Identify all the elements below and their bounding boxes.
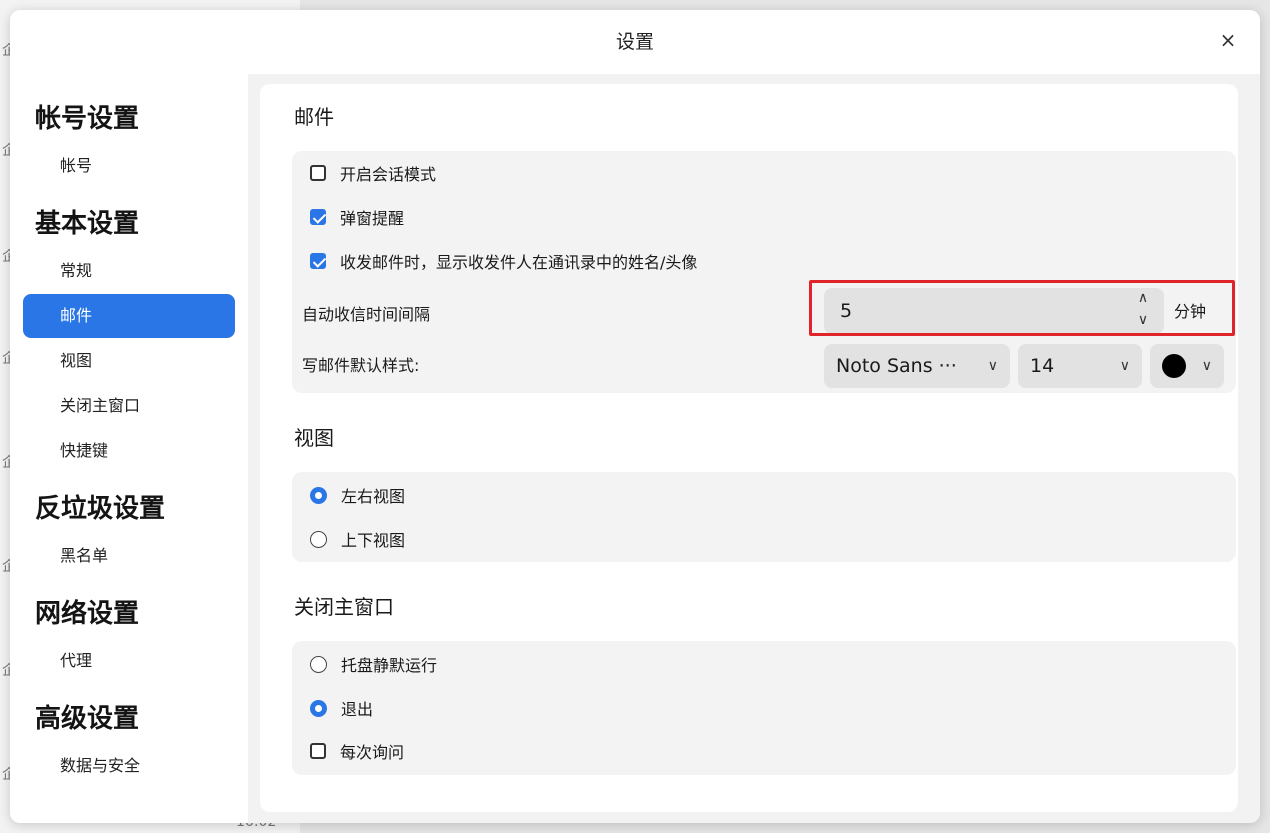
- sidebar-item-close-main[interactable]: 关闭主窗口: [23, 384, 235, 428]
- popup-reminder-label: 弹窗提醒: [340, 209, 405, 228]
- session-mode-checkbox[interactable]: [310, 165, 326, 181]
- font-color-select[interactable]: ∨: [1150, 344, 1224, 388]
- mail-card: 开启会话模式 弹窗提醒 收发邮件时，显示收发件人在通讯录中的姓名/头像 自动收信…: [292, 151, 1236, 393]
- view-option-left-right[interactable]: 左右视图: [310, 482, 405, 508]
- sidebar-item-view[interactable]: 视图: [23, 339, 235, 383]
- popup-reminder-option[interactable]: 弹窗提醒: [310, 204, 404, 230]
- ask-each-time-option[interactable]: 每次询问: [310, 738, 404, 764]
- popup-reminder-checkbox[interactable]: [310, 209, 326, 225]
- session-mode-label: 开启会话模式: [340, 165, 437, 184]
- font-size-value: 14: [1030, 355, 1055, 377]
- sidebar-item-shortcuts[interactable]: 快捷键: [23, 429, 235, 473]
- sidebar-group-basic: 基本设置: [35, 209, 140, 239]
- sidebar-group-account: 帐号设置: [35, 104, 140, 134]
- section-title-mail: 邮件: [294, 105, 334, 129]
- chevron-down-icon: ∨: [987, 358, 998, 374]
- settings-dialog: 设置 × 帐号设置 帐号 基本设置 常规 邮件 视图 关闭主窗口 快捷键 反垃圾…: [10, 10, 1260, 823]
- sidebar-group-antispam: 反垃圾设置: [35, 494, 166, 524]
- view-top-bottom-label: 上下视图: [341, 531, 406, 550]
- settings-sidebar: 帐号设置 帐号 基本设置 常规 邮件 视图 关闭主窗口 快捷键 反垃圾设置 黑名…: [10, 74, 248, 823]
- show-contact-name-option[interactable]: 收发邮件时，显示收发件人在通讯录中的姓名/头像: [310, 248, 697, 274]
- view-option-top-bottom[interactable]: 上下视图: [310, 526, 405, 552]
- sidebar-group-advanced: 高级设置: [35, 704, 140, 734]
- close-exit-radio[interactable]: [310, 699, 327, 717]
- sidebar-group-network: 网络设置: [35, 599, 140, 629]
- ask-each-time-label: 每次询问: [340, 743, 405, 762]
- dialog-title: 设置: [615, 31, 654, 53]
- view-left-right-radio[interactable]: [310, 486, 327, 504]
- font-size-select[interactable]: 14 ∨: [1018, 344, 1142, 388]
- font-family-value: Noto Sans ···: [836, 355, 957, 377]
- view-left-right-label: 左右视图: [341, 487, 406, 506]
- section-title-close-main: 关闭主窗口: [294, 595, 394, 619]
- settings-content: 邮件 开启会话模式 弹窗提醒 收发邮件时，显示收发件人在通讯录中的姓名/头像 自…: [248, 74, 1260, 823]
- sidebar-item-data-security[interactable]: 数据与安全: [23, 744, 235, 788]
- sidebar-item-general[interactable]: 常规: [23, 249, 235, 293]
- sidebar-item-blacklist[interactable]: 黑名单: [23, 534, 235, 578]
- close-option-exit[interactable]: 退出: [310, 695, 373, 721]
- session-mode-option[interactable]: 开启会话模式: [310, 160, 436, 186]
- close-tray-label: 托盘静默运行: [341, 656, 438, 675]
- auto-receive-label: 自动收信时间间隔: [302, 305, 431, 324]
- view-card: 左右视图 上下视图: [292, 472, 1236, 562]
- sidebar-item-mail[interactable]: 邮件: [23, 294, 235, 338]
- ask-each-time-checkbox[interactable]: [310, 743, 326, 759]
- chevron-down-icon: ∨: [1201, 358, 1212, 374]
- settings-panel: 邮件 开启会话模式 弹窗提醒 收发邮件时，显示收发件人在通讯录中的姓名/头像 自…: [260, 84, 1238, 812]
- show-contact-name-checkbox[interactable]: [310, 253, 326, 269]
- default-style-label: 写邮件默认样式:: [302, 356, 420, 375]
- close-icon[interactable]: ×: [1216, 28, 1240, 52]
- show-contact-name-label: 收发邮件时，显示收发件人在通讯录中的姓名/头像: [340, 253, 698, 272]
- close-tray-radio[interactable]: [310, 655, 327, 673]
- chevron-down-icon: ∨: [1119, 358, 1130, 374]
- font-family-select[interactable]: Noto Sans ··· ∨: [824, 344, 1010, 388]
- section-title-view: 视图: [294, 426, 334, 450]
- close-option-tray[interactable]: 托盘静默运行: [310, 651, 437, 677]
- close-exit-label: 退出: [341, 700, 374, 719]
- color-swatch: [1162, 354, 1186, 378]
- close-main-card: 托盘静默运行 退出 每次询问: [292, 641, 1236, 775]
- highlight-box: [809, 280, 1235, 336]
- view-top-bottom-radio[interactable]: [310, 530, 327, 548]
- sidebar-item-proxy[interactable]: 代理: [23, 639, 235, 683]
- sidebar-item-account[interactable]: 帐号: [23, 144, 235, 188]
